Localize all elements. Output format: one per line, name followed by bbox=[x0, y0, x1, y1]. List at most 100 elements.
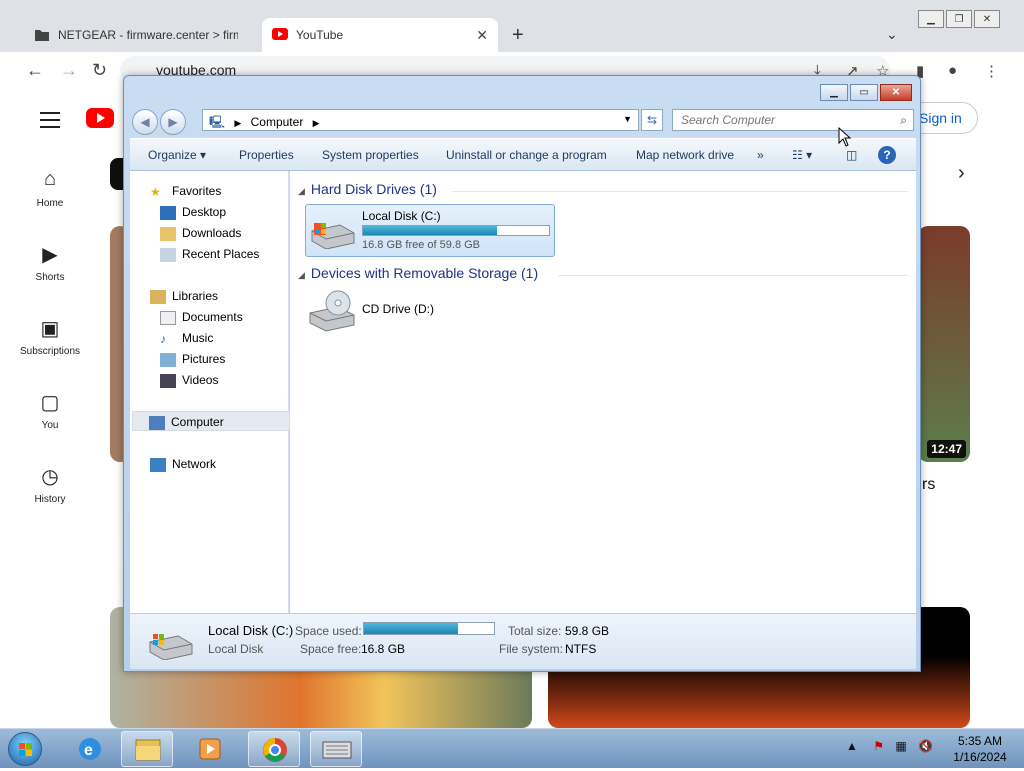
documents-icon bbox=[160, 310, 176, 325]
restore-button[interactable]: ❐ bbox=[946, 10, 972, 28]
video-title-partial[interactable]: rs bbox=[922, 476, 935, 494]
reload-icon[interactable]: ↻ bbox=[92, 60, 107, 81]
desktop-icon bbox=[160, 205, 176, 220]
details-drive-type: Local Disk bbox=[208, 642, 264, 656]
drive-c-label: Local Disk (C:) bbox=[362, 209, 441, 223]
sidebar-item-you[interactable]: ▢ You bbox=[0, 390, 100, 431]
space-free-label: Space free: bbox=[300, 642, 362, 656]
network-icon bbox=[150, 457, 166, 472]
navigation-pane: ★ Favorites Desktop Downloads Recent Plac… bbox=[130, 171, 290, 613]
chevron-right-icon[interactable]: › bbox=[958, 162, 965, 185]
tab-youtube[interactable]: YouTube ✕ bbox=[262, 18, 498, 52]
start-button[interactable] bbox=[8, 732, 42, 766]
taskbar-windows-explorer[interactable] bbox=[121, 731, 173, 767]
menu-kebab-icon[interactable]: ⋮ bbox=[984, 62, 999, 80]
computer-icon: 🖳 bbox=[209, 115, 226, 129]
keyboard-icon bbox=[322, 741, 352, 759]
back-arrow-icon[interactable]: ◀ bbox=[132, 109, 158, 135]
nav-favorites[interactable]: ★ Favorites bbox=[150, 181, 308, 201]
minimize-button[interactable]: ▁ bbox=[918, 10, 944, 28]
total-size-value: 59.8 GB bbox=[565, 624, 610, 638]
group-header-hard-disk[interactable]: ◢ Hard Disk Drives (1) bbox=[298, 181, 437, 197]
hard-drive-icon bbox=[311, 223, 355, 249]
explorer-address-bar[interactable]: 🖳 ▶ Computer ▶ ▼ bbox=[202, 109, 639, 131]
sidebar-item-home[interactable]: ⌂ Home bbox=[0, 168, 100, 209]
group-header-removable[interactable]: ◢ Devices with Removable Storage (1) bbox=[298, 265, 538, 281]
star-icon: ★ bbox=[150, 184, 161, 199]
video-thumbnail[interactable]: 12:47 bbox=[918, 226, 970, 462]
folder-icon bbox=[135, 739, 161, 761]
command-bar: Organize ▾ Properties System properties … bbox=[130, 138, 916, 171]
taskbar-chrome[interactable] bbox=[248, 731, 300, 767]
taskbar: e ▲ ⚑ ▦ 🔇 5:35 AM 1/16/2024 bbox=[0, 728, 1024, 768]
show-hidden-icons-icon[interactable]: ▲ bbox=[846, 739, 858, 753]
space-used-bar bbox=[363, 622, 495, 635]
hamburger-menu-icon[interactable] bbox=[40, 112, 60, 133]
music-icon: ♪ bbox=[160, 331, 166, 346]
tab-netgear[interactable]: NETGEAR - firmware.center > firm bbox=[24, 18, 260, 52]
cd-drive-icon[interactable] bbox=[308, 289, 358, 333]
refresh-icon[interactable]: ⇆ bbox=[641, 109, 663, 131]
internet-explorer-icon: e bbox=[79, 738, 101, 760]
organize-button[interactable]: Organize ▾ bbox=[148, 148, 206, 162]
nav-libraries[interactable]: Libraries bbox=[150, 286, 308, 306]
space-used-label: Space used: bbox=[295, 624, 362, 638]
profile-avatar-icon[interactable]: ● bbox=[948, 62, 957, 79]
file-system-label: File system: bbox=[499, 642, 564, 656]
close-tab-icon[interactable]: ✕ bbox=[476, 27, 488, 44]
taskbar-internet-explorer[interactable]: e bbox=[64, 731, 116, 767]
properties-button[interactable]: Properties bbox=[239, 148, 294, 162]
back-arrow-icon[interactable]: ← bbox=[26, 60, 44, 81]
sidebar-item-shorts[interactable]: ▶ Shorts bbox=[0, 242, 100, 283]
forward-arrow-icon[interactable]: → bbox=[60, 60, 78, 81]
content-pane: ◢ Hard Disk Drives (1) Local Disk (C:) 16… bbox=[290, 171, 916, 613]
history-icon: ◷ bbox=[41, 466, 59, 488]
new-tab-button[interactable]: + bbox=[512, 24, 524, 47]
change-view-icon[interactable]: ☷ ▾ bbox=[792, 148, 812, 162]
explorer-close-button[interactable]: ✕ bbox=[880, 84, 912, 101]
map-network-drive-button[interactable]: Map network drive bbox=[636, 148, 734, 162]
shorts-icon: ▶ bbox=[42, 244, 58, 266]
videos-icon bbox=[160, 373, 176, 388]
details-pane: Local Disk (C:) Local Disk Space used: S… bbox=[130, 613, 916, 669]
breadcrumb-computer[interactable]: Computer bbox=[251, 115, 304, 129]
nav-network[interactable]: Network bbox=[150, 454, 308, 474]
explorer-search-input[interactable]: Search Computer ⌕ bbox=[672, 109, 914, 131]
taskbar-on-screen-keyboard[interactable] bbox=[310, 731, 362, 767]
preview-pane-icon[interactable]: ◫ bbox=[846, 148, 857, 162]
nav-computer[interactable]: Computer bbox=[132, 411, 290, 431]
drive-d-label[interactable]: CD Drive (D:) bbox=[362, 302, 434, 316]
system-clock[interactable]: 5:35 AM 1/16/2024 bbox=[940, 733, 1020, 765]
clock-time: 5:35 AM bbox=[957, 734, 1003, 748]
details-drive-name: Local Disk (C:) bbox=[208, 623, 294, 638]
uninstall-program-button[interactable]: Uninstall or change a program bbox=[446, 148, 607, 162]
home-icon: ⌂ bbox=[43, 168, 57, 190]
system-tray-icons: ▲ ⚑ ▦ 🔇 bbox=[846, 739, 933, 753]
drive-c-free-space: 16.8 GB free of 59.8 GB bbox=[362, 239, 481, 251]
taskbar-media-player[interactable] bbox=[184, 731, 236, 767]
sidebar-item-subscriptions[interactable]: ▣ Subscriptions bbox=[0, 316, 100, 357]
network-status-icon[interactable]: ▦ bbox=[895, 739, 906, 753]
system-properties-button[interactable]: System properties bbox=[322, 148, 419, 162]
sidebar-item-history[interactable]: ◷ History bbox=[0, 464, 100, 505]
tab-search-chevron-icon[interactable]: ⌄ bbox=[886, 26, 898, 43]
explorer-minimize-button[interactable]: ▁ bbox=[820, 84, 848, 101]
folder-icon bbox=[34, 28, 50, 42]
help-icon[interactable]: ? bbox=[878, 146, 896, 164]
volume-muted-icon[interactable]: 🔇 bbox=[918, 739, 933, 753]
explorer-maximize-button[interactable]: ▭ bbox=[850, 84, 878, 101]
close-button[interactable]: ✕ bbox=[974, 10, 1000, 28]
computer-icon bbox=[149, 415, 165, 430]
address-dropdown-icon[interactable]: ▼ bbox=[623, 114, 632, 124]
more-commands-button[interactable]: » bbox=[757, 148, 764, 162]
forward-arrow-icon[interactable]: ▶ bbox=[160, 109, 186, 135]
drive-c[interactable]: Local Disk (C:) 16.8 GB free of 59.8 GB bbox=[305, 204, 555, 257]
windows-logo-icon bbox=[19, 743, 32, 756]
youtube-logo-icon[interactable] bbox=[86, 108, 114, 128]
action-center-icon[interactable]: ⚑ bbox=[873, 739, 884, 753]
explorer-window: ▁ ▭ ✕ ◀ ▶ 🖳 ▶ Computer ▶ ▼ ⇆ Search Comp… bbox=[123, 75, 921, 672]
you-icon: ▢ bbox=[40, 392, 60, 414]
media-player-icon bbox=[199, 738, 221, 760]
total-size-label: Total size: bbox=[508, 624, 562, 638]
pictures-icon bbox=[160, 352, 176, 367]
